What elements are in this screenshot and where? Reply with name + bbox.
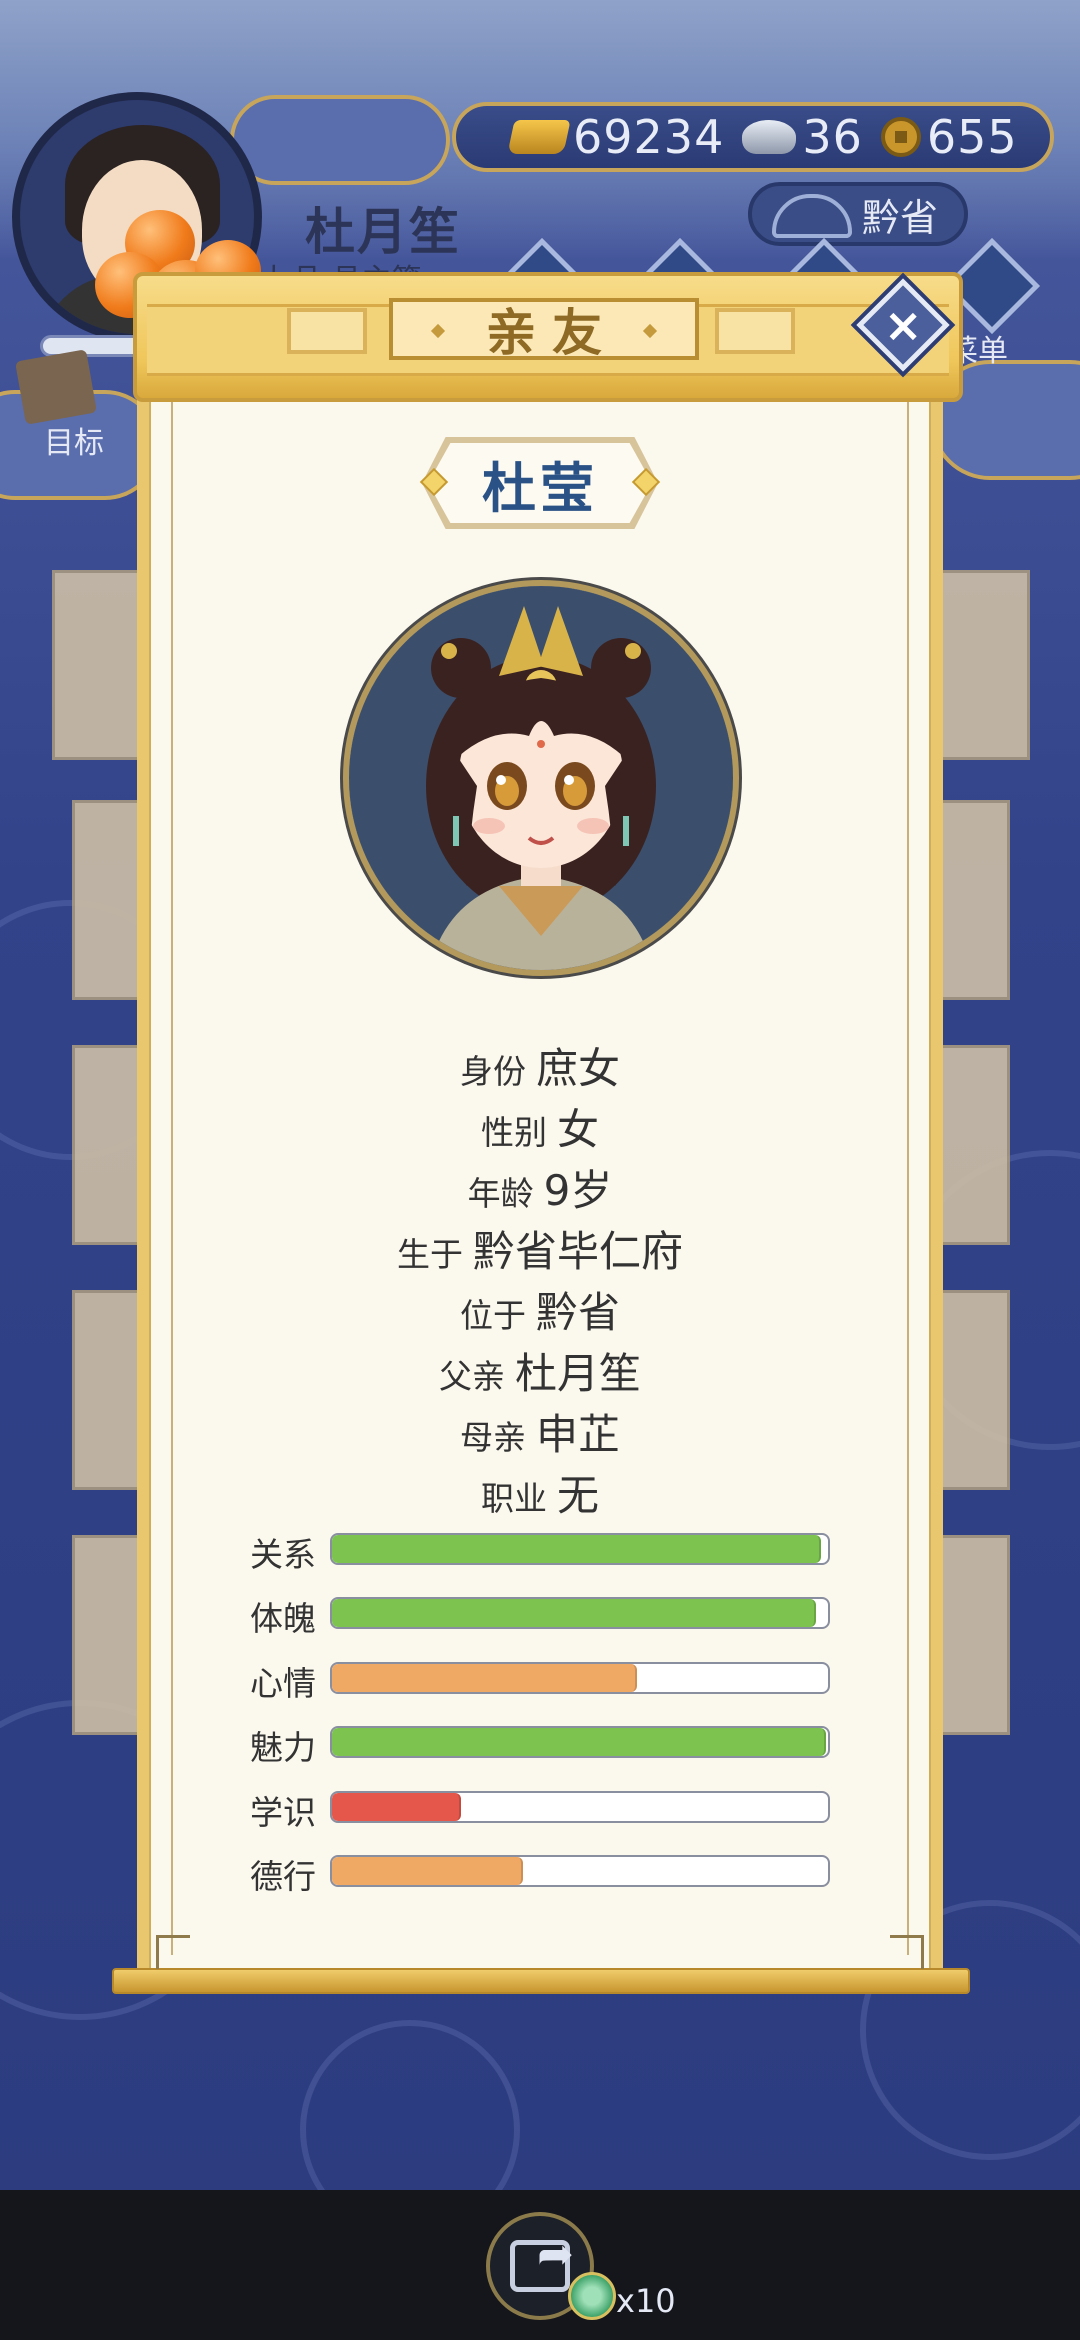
stat-label: 心情 [250, 1664, 316, 1703]
character-name: 杜莹 [482, 456, 598, 520]
corner-ornament [890, 1935, 924, 1969]
coin-amount: 655 [926, 110, 1018, 164]
stat-bar-charm [330, 1726, 830, 1758]
info-row-father: 父亲 杜月笙 [200, 1340, 880, 1401]
info-row-occupation: 职业无 [200, 1462, 880, 1523]
info-value: 黔省毕仁府 [472, 1227, 683, 1276]
info-key: 身份 [459, 1052, 526, 1091]
player-name: 杜月笙 [305, 203, 461, 261]
share-icon: ➦ [510, 2233, 574, 2292]
bg-card [72, 1290, 142, 1490]
stat-bar-relationship [330, 1533, 830, 1565]
bg-card [940, 1535, 1010, 1735]
stat-bar-knowledge [330, 1791, 830, 1823]
stat-fill [332, 1535, 821, 1563]
province-label: 黔省 [861, 195, 938, 240]
header-ornament [715, 308, 795, 354]
target-book-icon[interactable] [14, 349, 98, 425]
info-key: 职业 [480, 1479, 547, 1518]
info-key: 位于 [459, 1296, 526, 1335]
stat-fill [332, 1857, 523, 1885]
info-row-gender: 性别女 [200, 1096, 880, 1157]
gold-amount: 69234 [573, 110, 725, 164]
character-portrait [343, 580, 739, 976]
bg-swirl [300, 2020, 520, 2190]
dialog-header: 亲友 [133, 272, 963, 402]
info-row-location: 位于 黔省 [200, 1279, 880, 1340]
cloud-decoration [230, 95, 450, 185]
bg-card [72, 1535, 142, 1735]
stat-label: 体魄 [250, 1599, 316, 1638]
info-value: 无 [556, 1471, 599, 1520]
info-key: 年龄 [467, 1174, 534, 1213]
stat-label: 魅力 [250, 1728, 316, 1767]
info-row-mother: 母亲 申芷 [200, 1401, 880, 1462]
info-key: 性别 [480, 1113, 547, 1152]
stat-bar-mood [330, 1662, 830, 1694]
silver-amount: 36 [802, 110, 863, 164]
info-row-birthplace: 生于 黔省毕仁府 [200, 1218, 880, 1279]
jade-coin-icon [568, 2272, 616, 2320]
share-count: x10 [616, 2282, 676, 2320]
info-value: 庶女 [535, 1044, 620, 1093]
header-ornament [287, 308, 367, 354]
close-icon: × [883, 297, 923, 352]
bg-card [52, 570, 142, 760]
stat-fill [332, 1664, 638, 1692]
info-value: 杜月笙 [514, 1349, 641, 1398]
iron-icon [772, 194, 852, 238]
bg-card [940, 1290, 1010, 1490]
stat-label: 关系 [250, 1535, 316, 1574]
copper-coin-icon [880, 117, 921, 157]
stat-label: 学识 [250, 1793, 316, 1832]
dialog-title-plaque: 亲友 [389, 298, 699, 362]
info-key: 母亲 [459, 1418, 526, 1457]
info-key: 生于 [396, 1235, 463, 1274]
bg-card [940, 800, 1010, 1000]
info-row-age: 年龄 9岁 [200, 1157, 880, 1218]
stat-fill [332, 1728, 826, 1756]
stat-fill [332, 1793, 461, 1821]
info-key: 父亲 [438, 1357, 505, 1396]
bg-card [940, 1045, 1010, 1245]
info-value: 黔省 [535, 1288, 620, 1337]
bg-card [72, 800, 142, 1000]
stat-bar-physique [330, 1597, 830, 1629]
gold-ingot-icon [507, 120, 571, 154]
target-label[interactable]: 目标 [44, 418, 104, 462]
silver-ingot-icon [742, 120, 797, 154]
corner-ornament [156, 1935, 190, 1969]
stat-label: 德行 [250, 1857, 316, 1896]
info-value: 申芷 [535, 1410, 620, 1459]
stat-fill [332, 1599, 816, 1627]
bg-card [940, 570, 1030, 760]
dialog-footer-rod [112, 1968, 970, 1994]
info-value: 女 [556, 1105, 599, 1154]
character-name-plaque: 杜莹 [422, 437, 658, 529]
info-value: 9岁 [543, 1166, 613, 1215]
girl-portrait-illustration [349, 586, 733, 970]
province-button[interactable]: 黔省 [748, 182, 968, 246]
bg-card [72, 1045, 142, 1245]
dialog-title: 亲友 [486, 304, 618, 362]
stat-bar-virtue [330, 1855, 830, 1887]
info-row-identity: 身份 庶女 [200, 1035, 880, 1096]
currency-bar: 69234 36 655 [452, 102, 1054, 172]
